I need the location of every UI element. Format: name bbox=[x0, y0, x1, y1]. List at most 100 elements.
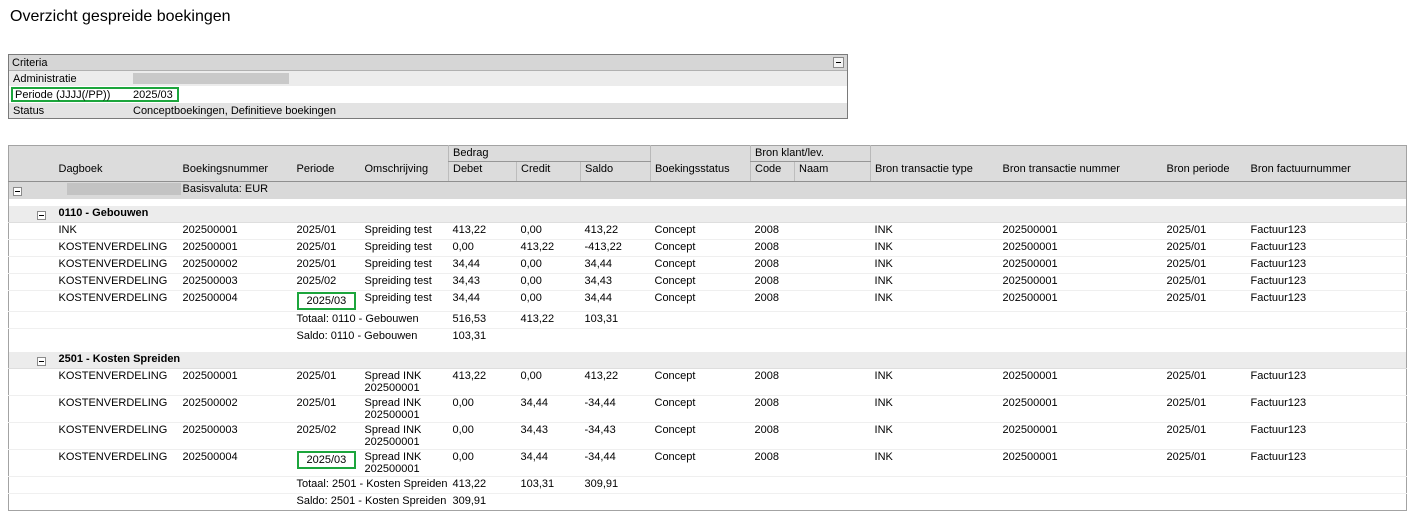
base-currency-label: Basisvaluta: EUR bbox=[179, 182, 1407, 200]
cell-omschrijving: Spreiding test bbox=[361, 290, 449, 311]
cell-boekingsnummer: 202500001 bbox=[179, 222, 293, 239]
cell-boekingsstatus: Concept bbox=[651, 422, 751, 449]
cell-bron-transactie-nummer: 202500001 bbox=[999, 422, 1163, 449]
periode-highlight-box: Periode (JJJJ(/PP)) 2025/03 bbox=[11, 87, 179, 102]
criteria-label-status: Status bbox=[13, 105, 133, 117]
cell-bron-transactie-type: INK bbox=[871, 273, 999, 290]
cell-debet: 0,00 bbox=[449, 395, 517, 422]
cell-omschrijving: Spreiding test bbox=[361, 222, 449, 239]
cell-credit: 0,00 bbox=[517, 256, 581, 273]
cell-code: 2008 bbox=[751, 256, 795, 273]
group-collapse-cell bbox=[29, 206, 55, 222]
administratie-redacted-value bbox=[133, 73, 289, 84]
cell-periode: 2025/01 bbox=[293, 222, 361, 239]
spacer-row bbox=[9, 199, 1407, 206]
group-total-row: Totaal: 2501 - Kosten Spreiden 413,22 10… bbox=[9, 476, 1407, 493]
saldo-value: 309,91 bbox=[449, 493, 517, 510]
saldo-label: Saldo: 0110 - Gebouwen bbox=[293, 328, 449, 345]
total-saldo: 309,91 bbox=[581, 476, 651, 493]
cell-boekingsnummer: 202500003 bbox=[179, 273, 293, 290]
cell-debet: 413,22 bbox=[449, 222, 517, 239]
cell-bron-periode: 2025/01 bbox=[1163, 368, 1247, 395]
cell-periode: 2025/01 bbox=[293, 368, 361, 395]
total-debet: 413,22 bbox=[449, 476, 517, 493]
cell-bron-transactie-nummer: 202500001 bbox=[999, 290, 1163, 311]
minus-bar bbox=[15, 191, 20, 192]
cell-credit: 34,44 bbox=[517, 395, 581, 422]
empty-cell bbox=[651, 311, 1407, 328]
criteria-panel: Criteria Administratie Periode (JJJJ(/PP… bbox=[8, 54, 848, 119]
periode-highlight-box: 2025/03 bbox=[297, 451, 357, 469]
criteria-value-periode: 2025/03 bbox=[133, 89, 173, 101]
cell-saldo: 413,22 bbox=[581, 222, 651, 239]
cell-boekingsnummer: 202500004 bbox=[179, 449, 293, 476]
cell-bron-periode: 2025/01 bbox=[1163, 449, 1247, 476]
outer-collapse-cell bbox=[9, 182, 29, 200]
cell-debet: 413,22 bbox=[449, 368, 517, 395]
cell-naam-redacted bbox=[795, 239, 871, 256]
cell-saldo: -34,44 bbox=[581, 395, 651, 422]
periode-highlight-box: 2025/03 bbox=[297, 292, 357, 310]
cell-bron-periode: 2025/01 bbox=[1163, 422, 1247, 449]
cell-debet: 0,00 bbox=[449, 449, 517, 476]
cell-boekingsstatus: Concept bbox=[651, 222, 751, 239]
cell-saldo: -413,22 bbox=[581, 239, 651, 256]
spacer-row bbox=[9, 345, 1407, 352]
group-0110-collapse-icon[interactable] bbox=[37, 211, 46, 220]
cell-periode: 2025/02 bbox=[293, 422, 361, 449]
header-group-row: Bedrag Bron klant/lev. bbox=[9, 146, 1407, 162]
empty-cell bbox=[29, 239, 55, 256]
total-label: Totaal: 0110 - Gebouwen bbox=[293, 311, 449, 328]
col-expander-outer bbox=[9, 162, 29, 182]
cell-bron-transactie-type: INK bbox=[871, 422, 999, 449]
col-header-periode: Periode bbox=[293, 162, 361, 182]
group-title: 0110 - Gebouwen bbox=[55, 206, 1407, 222]
empty-cell bbox=[9, 422, 29, 449]
cell-credit: 0,00 bbox=[517, 368, 581, 395]
cell-dagboek: KOSTENVERDELING bbox=[55, 290, 179, 311]
header-spacer bbox=[9, 146, 449, 162]
cell-bron-transactie-nummer: 202500001 bbox=[999, 239, 1163, 256]
total-credit: 413,22 bbox=[517, 311, 581, 328]
empty-cell bbox=[9, 239, 29, 256]
cell-naam-redacted bbox=[795, 368, 871, 395]
saldo-value: 103,31 bbox=[449, 328, 517, 345]
cell-omschrijving: Spreiding test bbox=[361, 273, 449, 290]
cell-bron-transactie-nummer: 202500001 bbox=[999, 395, 1163, 422]
empty-cell bbox=[29, 395, 55, 422]
col-header-omschrijving: Omschrijving bbox=[361, 162, 449, 182]
cell-code: 2008 bbox=[751, 395, 795, 422]
total-debet: 516,53 bbox=[449, 311, 517, 328]
cell-credit: 0,00 bbox=[517, 290, 581, 311]
criteria-row-periode: Periode (JJJJ(/PP)) 2025/03 bbox=[9, 86, 847, 103]
group-2501-collapse-icon[interactable] bbox=[37, 357, 46, 366]
criteria-collapse-icon[interactable] bbox=[833, 57, 844, 68]
cell-dagboek: KOSTENVERDELING bbox=[55, 449, 179, 476]
cell-boekingsstatus: Concept bbox=[651, 256, 751, 273]
table-row: KOSTENVERDELING 202500003 2025/02 Spreid… bbox=[9, 273, 1407, 290]
cell-bron-factuurnummer: Factuur123 bbox=[1247, 368, 1407, 395]
cell-debet: 34,44 bbox=[449, 290, 517, 311]
collapse-all-icon[interactable] bbox=[13, 187, 22, 196]
cell-boekingsnummer: 202500001 bbox=[179, 239, 293, 256]
table-row: KOSTENVERDELING 202500004 2025/03 Spreid… bbox=[9, 290, 1407, 311]
cell-bron-transactie-type: INK bbox=[871, 395, 999, 422]
cell-code: 2008 bbox=[751, 222, 795, 239]
empty-cell bbox=[9, 368, 29, 395]
page-title: Overzicht gespreide boekingen bbox=[10, 8, 231, 26]
cell-periode: 2025/01 bbox=[293, 395, 361, 422]
cell-saldo: 413,22 bbox=[581, 368, 651, 395]
criteria-header: Criteria bbox=[9, 55, 847, 71]
empty-cell bbox=[517, 328, 1407, 345]
cell-naam-redacted bbox=[795, 273, 871, 290]
col-header-code: Code bbox=[751, 162, 795, 182]
empty-cell bbox=[29, 256, 55, 273]
cell-saldo: -34,43 bbox=[581, 422, 651, 449]
cell-saldo: 34,43 bbox=[581, 273, 651, 290]
group-collapse-cell bbox=[29, 352, 55, 368]
cell-bron-factuurnummer: Factuur123 bbox=[1247, 256, 1407, 273]
header-group-bedrag: Bedrag bbox=[449, 146, 651, 162]
group-saldo-row: Saldo: 2501 - Kosten Spreiden 309,91 bbox=[9, 493, 1407, 510]
cell-credit: 0,00 bbox=[517, 222, 581, 239]
empty-cell bbox=[9, 290, 29, 311]
